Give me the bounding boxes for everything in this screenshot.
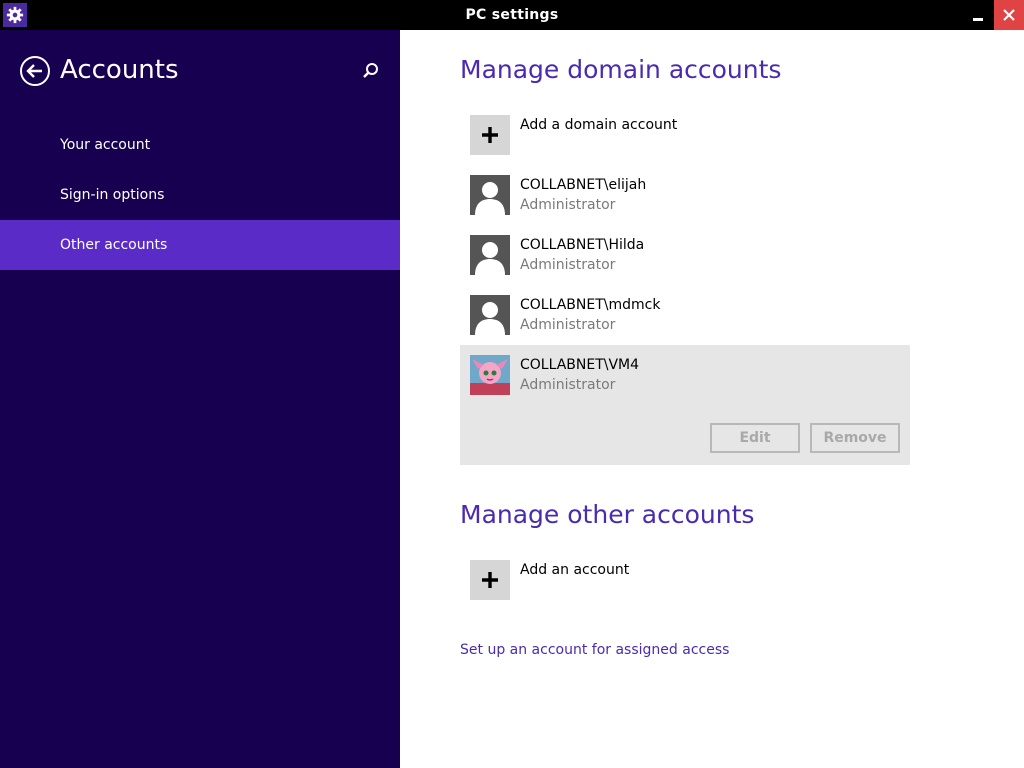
main-content: Manage domain accounts Add a domain acco… xyxy=(400,30,1024,768)
sidebar-item-your-account[interactable]: Your account xyxy=(0,120,400,170)
domain-accounts-heading: Manage domain accounts xyxy=(460,55,782,84)
sidebar-item-other-accounts[interactable]: Other accounts xyxy=(0,220,400,270)
remove-button[interactable]: Remove xyxy=(810,423,900,453)
account-name: COLLABNET\Hilda xyxy=(520,237,645,253)
minimize-icon xyxy=(973,18,983,21)
title-bar: PC settings xyxy=(0,0,1024,30)
account-item-elijah[interactable]: COLLABNET\elijah Administrator xyxy=(460,175,910,215)
search-icon xyxy=(363,63,378,78)
account-item-vm4[interactable]: COLLABNET\VM4 Administrator Edit Remove xyxy=(460,345,910,465)
sidebar-item-label: Other accounts xyxy=(60,237,168,253)
account-name: COLLABNET\mdmck xyxy=(520,297,661,313)
search-button[interactable] xyxy=(360,60,382,82)
account-item-hilda[interactable]: COLLABNET\Hilda Administrator xyxy=(460,235,910,275)
default-user-icon xyxy=(470,295,510,335)
plus-icon xyxy=(470,560,510,600)
add-domain-account-button[interactable]: Add a domain account xyxy=(460,115,910,155)
account-role: Administrator xyxy=(520,377,616,393)
page-title: Accounts xyxy=(60,55,179,85)
close-icon xyxy=(1003,9,1015,21)
account-name: COLLABNET\VM4 xyxy=(520,357,640,373)
window-title: PC settings xyxy=(465,7,559,23)
add-domain-account-label: Add a domain account xyxy=(520,117,678,133)
default-user-icon xyxy=(470,235,510,275)
back-arrow-icon xyxy=(20,56,50,86)
account-role: Administrator xyxy=(520,197,616,213)
edit-button[interactable]: Edit xyxy=(710,423,800,453)
add-account-button[interactable]: Add an account xyxy=(460,560,910,600)
account-name: COLLABNET\elijah xyxy=(520,177,647,193)
plus-icon xyxy=(470,115,510,155)
sidebar-item-label: Sign-in options xyxy=(60,187,165,203)
account-role: Administrator xyxy=(520,317,616,333)
back-button[interactable] xyxy=(19,55,51,87)
minimize-button[interactable] xyxy=(962,0,994,30)
other-accounts-heading: Manage other accounts xyxy=(460,500,755,529)
account-item-mdmck[interactable]: COLLABNET\mdmck Administrator xyxy=(460,295,910,335)
sidebar: Accounts Your account Sign-in options Ot… xyxy=(0,30,400,768)
account-role: Administrator xyxy=(520,257,616,273)
add-account-label: Add an account xyxy=(520,562,630,578)
sidebar-item-sign-in-options[interactable]: Sign-in options xyxy=(0,170,400,220)
assigned-access-link[interactable]: Set up an account for assigned access xyxy=(460,642,729,658)
sidebar-item-label: Your account xyxy=(60,137,151,153)
default-user-icon xyxy=(470,175,510,215)
close-button[interactable] xyxy=(994,0,1024,30)
user-photo xyxy=(470,355,510,395)
